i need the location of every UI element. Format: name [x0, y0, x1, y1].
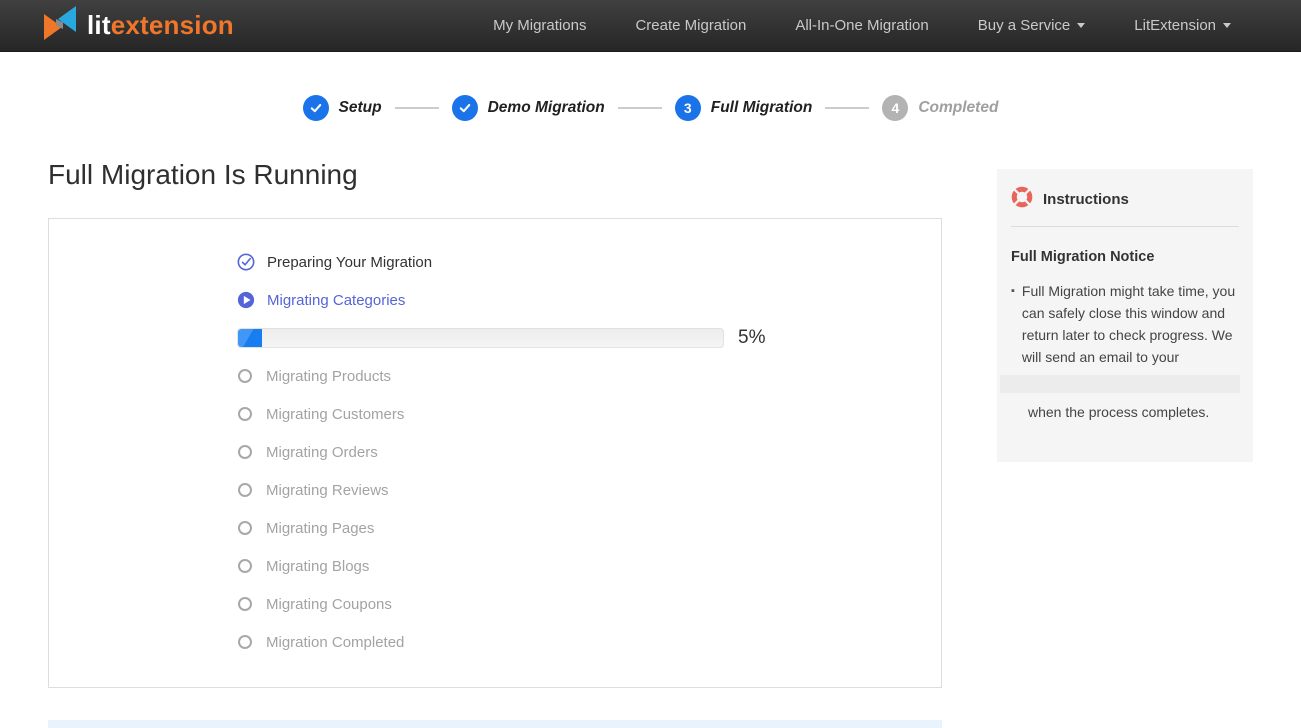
square-bullet-icon: ▪ [1011, 280, 1015, 368]
stepper-step-completed: 4 Completed [882, 95, 998, 121]
notice-item: ▪ Full Migration might take time, you ca… [1011, 280, 1239, 368]
migration-step-label: Preparing Your Migration [267, 254, 432, 271]
play-circle-icon [237, 291, 255, 309]
stepper-step-label: Full Migration [711, 99, 813, 117]
instructions-panel: Instructions Full Migration Notice ▪ Ful… [997, 169, 1253, 462]
migration-step-label: Migrating Blogs [266, 558, 369, 575]
check-icon [303, 95, 329, 121]
nav-item-all-in-one-migration[interactable]: All-In-One Migration [795, 17, 928, 34]
instructions-title: Instructions [1043, 191, 1129, 208]
stepper-step-label: Demo Migration [488, 99, 605, 117]
migration-step-coupons: Migrating Coupons [237, 585, 941, 623]
stepper-connector [395, 107, 439, 109]
step-number-badge: 4 [882, 95, 908, 121]
migration-step-label: Migration Completed [266, 634, 404, 651]
circle-outline-icon [238, 521, 252, 535]
notice-text: Full Migration might take time, you can … [1022, 280, 1239, 368]
migration-step-reviews: Migrating Reviews [237, 471, 941, 509]
stepper-connector [825, 107, 869, 109]
circle-outline-icon [238, 597, 252, 611]
stepper-connector [618, 107, 662, 109]
stepper-step-demo-migration: Demo Migration [452, 95, 605, 121]
notice-text-continued: when the process completes. [1028, 401, 1239, 423]
nav-item-label: LitExtension [1134, 17, 1216, 34]
migration-step-orders: Migrating Orders [237, 433, 941, 471]
instructions-header: Instructions [1011, 186, 1239, 213]
circle-outline-icon [238, 369, 252, 383]
migration-progress-card: Preparing Your Migration Migrating Categ… [48, 218, 942, 688]
divider [1011, 226, 1239, 227]
progress-bar-track [237, 328, 724, 348]
side-column: Instructions Full Migration Notice ▪ Ful… [997, 169, 1253, 462]
migration-step-blogs: Migrating Blogs [237, 547, 941, 585]
top-navbar: litextension My Migrations Create Migrat… [0, 0, 1301, 52]
circle-outline-icon [238, 559, 252, 573]
check-icon [452, 95, 478, 121]
content-area: Full Migration Is Running Preparing Your… [48, 158, 1253, 688]
nav-item-litextension[interactable]: LitExtension [1134, 17, 1231, 34]
migration-step-preparing: Preparing Your Migration [237, 243, 941, 281]
stepper-step-label: Completed [918, 99, 998, 117]
progress-percent-label: 5% [738, 327, 765, 349]
nav-item-buy-a-service[interactable]: Buy a Service [978, 17, 1086, 34]
migration-step-label: Migrating Coupons [266, 596, 392, 613]
circle-outline-icon [238, 407, 252, 421]
lifebuoy-icon [1011, 186, 1033, 213]
migration-step-label: Migrating Orders [266, 444, 378, 461]
migration-step-label: Migrating Reviews [266, 482, 389, 499]
circle-outline-icon [238, 483, 252, 497]
stepper-step-setup: Setup [303, 95, 382, 121]
migration-step-label: Migrating Pages [266, 520, 374, 537]
circle-outline-icon [238, 445, 252, 459]
notice-title: Full Migration Notice [1011, 249, 1239, 265]
migration-step-pages: Migrating Pages [237, 509, 941, 547]
nav-menu: My Migrations Create Migration All-In-On… [493, 17, 1231, 34]
circle-outline-icon [238, 635, 252, 649]
logo-text: litextension [87, 10, 234, 41]
migration-step-products: Migrating Products [237, 357, 941, 395]
step-number-badge: 3 [675, 95, 701, 121]
progress-bar-fill [238, 329, 262, 347]
nav-item-create-migration[interactable]: Create Migration [635, 17, 746, 34]
redacted-email-placeholder [1000, 375, 1240, 393]
migration-step-label: Migrating Customers [266, 406, 404, 423]
page-title: Full Migration Is Running [48, 158, 942, 192]
chevron-down-icon [1077, 23, 1085, 28]
progress-row: 5% [237, 319, 941, 357]
stepper-step-label: Setup [339, 99, 382, 117]
nav-item-my-migrations[interactable]: My Migrations [493, 17, 586, 34]
chevron-down-icon [1223, 23, 1231, 28]
migration-step-customers: Migrating Customers [237, 395, 941, 433]
migration-stepper: Setup Demo Migration 3 Full Migration 4 … [0, 95, 1301, 121]
check-circle-icon [237, 253, 255, 271]
info-alert-strip [48, 720, 942, 728]
stepper-step-full-migration: 3 Full Migration [675, 95, 813, 121]
migration-step-categories: Migrating Categories [237, 281, 941, 319]
litextension-logo[interactable]: litextension [42, 6, 234, 45]
migration-step-label: Migrating Categories [267, 292, 405, 309]
migration-step-completed: Migration Completed [237, 623, 941, 661]
nav-item-label: Buy a Service [978, 17, 1071, 34]
main-column: Full Migration Is Running Preparing Your… [48, 158, 942, 688]
migration-step-label: Migrating Products [266, 368, 391, 385]
litextension-logo-icon [42, 6, 78, 45]
